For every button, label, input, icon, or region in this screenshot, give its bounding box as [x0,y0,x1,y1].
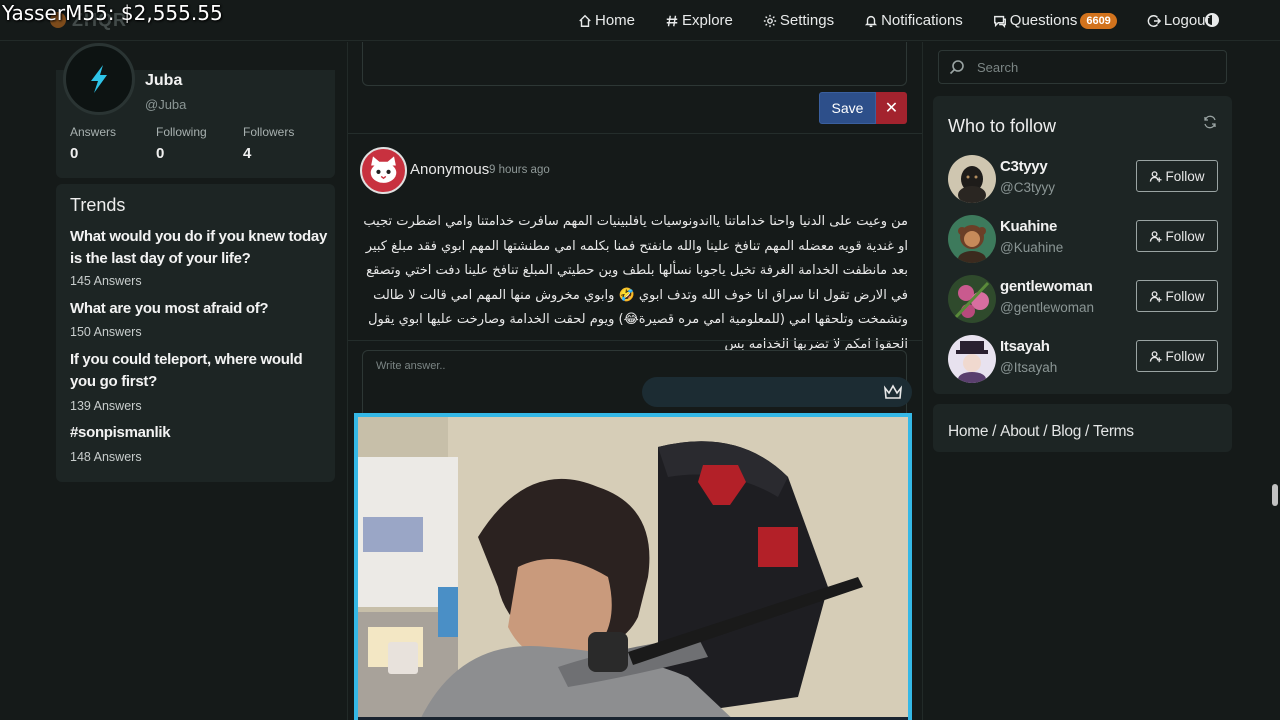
gear-icon [763,14,776,27]
stat-followers-value: 4 [243,145,252,162]
divider [348,340,922,341]
user-avatar-image [948,335,996,383]
stat-following-label: Following [156,125,207,139]
search-input[interactable] [977,59,1207,75]
stream-overlay-pill [642,377,912,407]
who-to-follow-title: Who to follow [948,116,1057,136]
nav-home-label: Home [595,12,636,29]
hashtag-icon [666,15,678,26]
user-avatar-image [948,215,996,263]
link-separator: / [992,423,997,440]
divider [348,133,922,134]
follow-button[interactable]: Follow [1136,340,1218,372]
footer-links: Home / About / Blog / Terms [948,423,1134,441]
user-handle: @C3tyyy [1000,180,1055,195]
nav-settings-label: Settings [779,12,835,29]
stat-following-value: 0 [156,145,165,162]
home-icon [579,14,591,27]
profile-handle: @Juba [145,97,187,112]
top-navbar: ZHQR YasserM55: $2,555.55 Home Explore S… [0,0,1280,41]
nav-logout[interactable]: Logout [1147,12,1210,29]
questions-count-badge: 6609 [1080,12,1117,29]
footer-link-home[interactable]: Home [948,423,988,441]
follow-button[interactable]: Follow [1136,280,1218,312]
trend-answer-count: 148 Answers [70,450,142,464]
follow-button[interactable]: Follow [1136,220,1218,252]
logout-icon [1147,14,1161,27]
page-scrollbar[interactable] [1272,484,1278,506]
footer-link-blog[interactable]: Blog [1051,423,1081,441]
profile-name[interactable]: Juba [145,72,182,90]
search-box[interactable] [938,50,1227,84]
follow-button-label: Follow [1165,348,1205,364]
follow-button-label: Follow [1165,168,1205,184]
theme-toggle-icon[interactable] [1205,13,1219,27]
nav-explore[interactable]: Explore [665,12,733,29]
trend-answer-count: 139 Answers [70,399,142,413]
user-plus-icon [1150,230,1163,242]
user-name[interactable]: Itsayah [1000,338,1050,355]
nav-explore-label: Explore [682,12,733,29]
bolt-logo-icon [91,65,107,93]
edit-textarea[interactable] [362,42,907,86]
user-avatar[interactable] [948,335,996,383]
webcam-scene [358,417,908,720]
trend-question[interactable]: What are you most afraid of? [70,298,330,320]
user-plus-icon [1150,170,1163,182]
main-nav: Home Explore Settings Notifications Ques… [578,0,1240,41]
user-avatar[interactable] [948,275,996,323]
footer-link-about[interactable]: About [1000,423,1039,441]
search-icon [949,60,964,75]
question-author[interactable]: Anonymous [410,161,489,178]
follow-button-label: Follow [1165,288,1205,304]
user-handle: @Kuahine [1000,240,1064,255]
user-handle: @gentlewoman [1000,300,1095,315]
crown-icon [883,384,903,399]
link-separator: / [1043,423,1048,440]
user-plus-icon [1150,290,1163,302]
user-name[interactable]: C3tyyy [1000,158,1048,175]
user-avatar[interactable] [948,155,996,203]
stat-answers-label: Answers [70,125,117,139]
stream-overlay-label: YasserM55: $2,555.55 [2,1,223,25]
user-avatar-image [948,155,996,203]
close-button[interactable]: ✕ [876,92,907,124]
footer-link-terms[interactable]: Terms [1093,423,1134,441]
link-separator: / [1085,423,1090,440]
trend-question[interactable]: What would you do if you knew today is t… [70,226,330,270]
save-button[interactable]: Save [819,92,876,124]
chat-icon [993,15,1006,28]
follow-button[interactable]: Follow [1136,160,1218,192]
user-plus-icon [1150,350,1163,362]
question-time: 9 hours ago [489,164,550,176]
nav-notifications-label: Notifications [881,12,963,29]
nav-home[interactable]: Home [578,12,635,29]
user-name[interactable]: gentlewoman [1000,278,1093,295]
nav-questions-label: Questions [1009,12,1078,29]
nav-notifications[interactable]: Notifications [864,12,963,29]
user-handle: @Itsayah [1000,360,1058,375]
cat-face-icon [370,156,397,183]
nav-questions[interactable]: Questions 6609 [993,12,1117,29]
trend-answer-count: 150 Answers [70,325,142,339]
answer-placeholder: Write answer.. [376,360,446,372]
stat-answers-value: 0 [70,145,79,162]
user-avatar-image [948,275,996,323]
trend-answer-count: 145 Answers [70,274,142,288]
profile-avatar[interactable] [63,43,135,115]
anonymous-avatar[interactable] [360,147,407,194]
nav-settings[interactable]: Settings [763,12,834,29]
refresh-icon[interactable] [1203,115,1217,129]
user-name[interactable]: Kuahine [1000,218,1057,235]
trend-question[interactable]: If you could teleport, where would you g… [70,349,330,393]
webcam-video [354,413,912,720]
trend-question[interactable]: #sonpismanlik [70,422,330,444]
user-avatar[interactable] [948,215,996,263]
follow-button-label: Follow [1165,228,1205,244]
trends-title: Trends [70,195,126,215]
nav-logout-label: Logout [1163,12,1210,29]
bell-icon [865,15,878,27]
question-body: من وعيت على الدنيا واحنا خداماتنا يااندو… [363,214,908,352]
stat-followers-label: Followers [243,125,295,139]
